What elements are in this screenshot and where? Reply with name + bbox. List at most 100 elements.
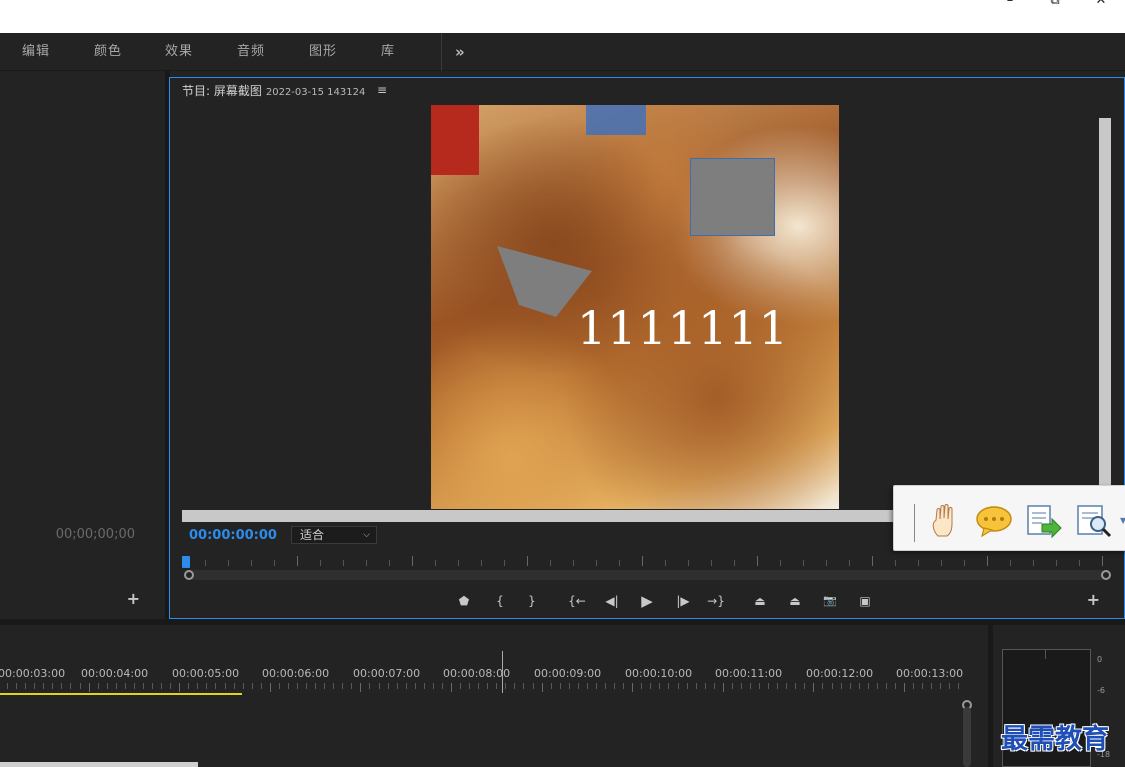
minimize-icon[interactable]: – bbox=[995, 0, 1025, 12]
play-icon[interactable]: ▶ bbox=[636, 590, 658, 612]
vertical-scrollbar[interactable] bbox=[1099, 118, 1111, 490]
scrubber-start-handle[interactable] bbox=[184, 570, 194, 580]
ruler-tick bbox=[251, 560, 252, 566]
timeline-tick bbox=[759, 683, 761, 689]
ruler-tick bbox=[895, 560, 896, 566]
ruler-tick bbox=[1056, 560, 1057, 566]
toolbar-dropdown-icon[interactable]: ▼ bbox=[1120, 516, 1125, 525]
source-add-button[interactable]: + bbox=[127, 589, 140, 608]
program-monitor: 节目: 屏幕截图 2022-03-15 143124 ≡ 1111111 00:0… bbox=[169, 77, 1125, 619]
program-title[interactable]: 节目: 屏幕截图 2022-03-15 143124 bbox=[182, 82, 365, 99]
timeline-tick bbox=[867, 683, 869, 689]
tab-effects[interactable]: 效果 bbox=[165, 33, 193, 71]
close-icon[interactable]: ✕ bbox=[1086, 0, 1116, 12]
timeline-tick bbox=[342, 683, 344, 689]
extract-icon[interactable]: ⏏ bbox=[784, 590, 806, 612]
timeline-tick bbox=[52, 683, 54, 689]
tab-graphics[interactable]: 图形 bbox=[309, 33, 337, 71]
timeline-tick bbox=[278, 683, 280, 689]
hand-tool-icon[interactable] bbox=[926, 502, 964, 540]
source-timecode[interactable]: 00;00;00;00 bbox=[56, 527, 135, 542]
timeline-tick bbox=[179, 683, 181, 692]
timeline-tick bbox=[496, 683, 498, 689]
step-forward-icon[interactable]: |▶ bbox=[672, 590, 694, 612]
fit-dropdown-value: 适合 bbox=[300, 528, 325, 542]
compare-icon[interactable]: ▣ bbox=[854, 590, 876, 612]
timeline-tick bbox=[432, 683, 434, 689]
timeline-tick bbox=[405, 683, 407, 689]
timeline-tick bbox=[605, 683, 607, 689]
ruler-tick bbox=[274, 560, 275, 566]
mark-out-icon[interactable]: } bbox=[521, 590, 543, 612]
panel-menu-icon[interactable]: ≡ bbox=[377, 83, 387, 97]
timeline-tick bbox=[922, 683, 924, 689]
window-title-bar: – ⧉ ✕ bbox=[0, 0, 1125, 33]
video-preview[interactable]: 1111111 bbox=[431, 105, 839, 509]
timeline-tick bbox=[242, 683, 244, 689]
timeline-tick bbox=[786, 683, 788, 689]
timeline-tick bbox=[532, 683, 534, 689]
timeline-tick bbox=[414, 683, 416, 689]
timeline-horizontal-scrollbar[interactable] bbox=[0, 762, 198, 767]
mark-in-icon[interactable]: { bbox=[489, 590, 511, 612]
work-area-bar[interactable] bbox=[0, 693, 242, 695]
tab-libraries[interactable]: 库 bbox=[381, 33, 395, 71]
timeline-ruler[interactable] bbox=[0, 683, 960, 693]
current-timecode[interactable]: 00:00:00:00 bbox=[189, 528, 277, 543]
timeline-tick bbox=[768, 683, 770, 689]
comment-icon[interactable] bbox=[974, 502, 1012, 540]
sequence-name: 2022-03-15 143124 bbox=[265, 87, 366, 98]
timeline-tick bbox=[614, 683, 616, 689]
ruler-tick bbox=[228, 560, 229, 566]
ruler-tick bbox=[734, 560, 735, 566]
tab-edit[interactable]: 编辑 bbox=[22, 33, 50, 71]
timeline-tick bbox=[25, 683, 27, 689]
button-editor-add-icon[interactable]: + bbox=[1087, 590, 1100, 609]
ruler-tick bbox=[320, 560, 321, 566]
go-to-in-icon[interactable]: {← bbox=[566, 590, 588, 612]
timeline-tick bbox=[641, 683, 643, 689]
tab-audio[interactable]: 音频 bbox=[237, 33, 265, 71]
timeline-time-label: 00:00:07:00 bbox=[353, 667, 421, 680]
go-to-out-icon[interactable]: →} bbox=[705, 590, 727, 612]
ruler-tick bbox=[573, 560, 574, 566]
marker-icon[interactable]: ⬟ bbox=[453, 590, 475, 612]
step-back-icon[interactable]: ◀| bbox=[601, 590, 623, 612]
monitor-time-ruler[interactable] bbox=[182, 556, 1108, 570]
title-text-overlay[interactable]: 1111111 bbox=[577, 301, 789, 355]
export-doc-icon[interactable] bbox=[1024, 502, 1062, 540]
restore-icon[interactable]: ⧉ bbox=[1040, 0, 1070, 12]
timeline-vertical-scrollbar[interactable] bbox=[963, 707, 971, 767]
timeline-tick bbox=[215, 683, 217, 689]
ruler-tick bbox=[458, 560, 459, 566]
find-doc-icon[interactable] bbox=[1076, 502, 1114, 540]
ruler-tick bbox=[343, 560, 344, 566]
timeline-tick bbox=[152, 683, 154, 689]
timeline-tick bbox=[623, 683, 625, 689]
timeline-tick bbox=[559, 683, 561, 689]
fit-dropdown[interactable]: 适合 ⌵ bbox=[291, 526, 377, 544]
timeline-playhead-line[interactable] bbox=[502, 651, 503, 693]
export-frame-icon[interactable]: 📷 bbox=[819, 590, 841, 612]
scrubber-end-handle[interactable] bbox=[1101, 570, 1111, 580]
timeline-tick bbox=[306, 683, 308, 689]
horizontal-scrollbar[interactable] bbox=[182, 510, 902, 522]
timeline-tick bbox=[650, 683, 652, 689]
playback-scrubber[interactable] bbox=[188, 570, 1106, 580]
timeline-tick bbox=[740, 683, 742, 689]
timeline-tick bbox=[931, 683, 933, 689]
tab-color[interactable]: 颜色 bbox=[94, 33, 122, 71]
ruler-tick bbox=[964, 560, 965, 566]
ruler-tick bbox=[366, 560, 367, 566]
gray-rectangle-shape[interactable] bbox=[690, 158, 775, 236]
lift-icon[interactable]: ⏏ bbox=[749, 590, 771, 612]
timeline-tick bbox=[197, 683, 199, 689]
timeline-tick bbox=[595, 683, 597, 689]
playhead[interactable] bbox=[182, 556, 190, 568]
timeline-tick bbox=[777, 683, 779, 689]
workspace-bar: 编辑 颜色 效果 音频 图形 库 » bbox=[0, 33, 1125, 71]
timeline-tick bbox=[16, 683, 18, 689]
ruler-tick bbox=[665, 560, 666, 566]
more-workspaces-icon[interactable]: » bbox=[455, 33, 465, 71]
ruler-tick bbox=[849, 560, 850, 566]
